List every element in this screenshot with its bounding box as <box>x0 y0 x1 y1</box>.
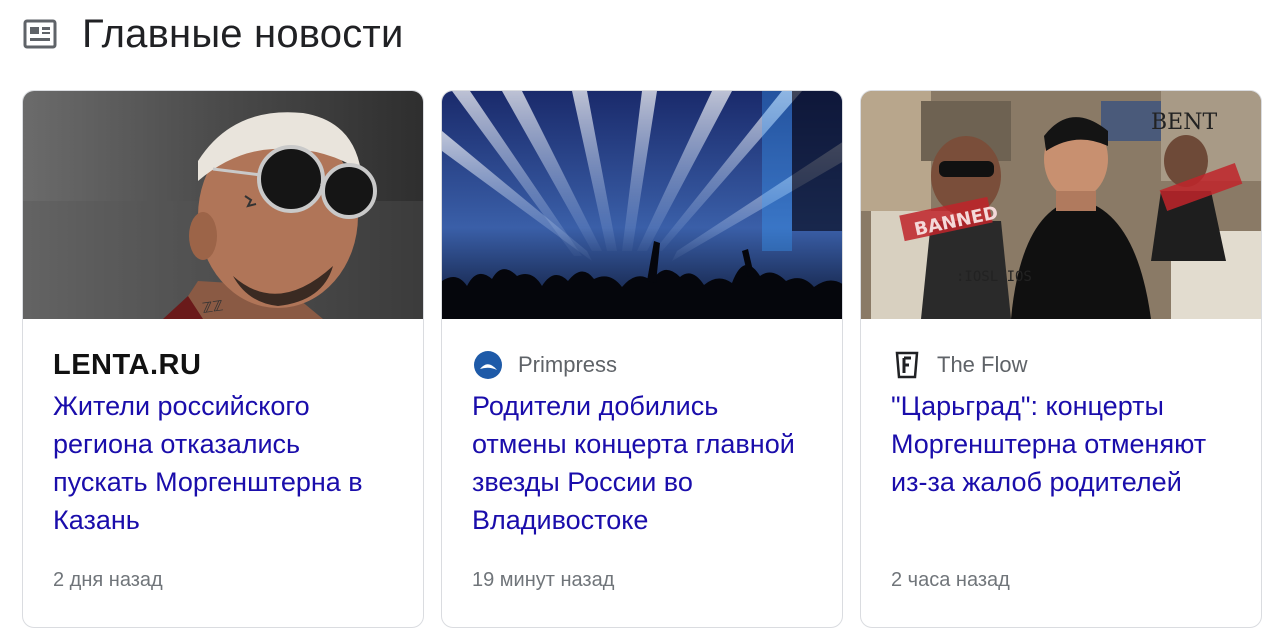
article-source: The Flow <box>891 347 1231 383</box>
svg-text:ℤℤ: ℤℤ <box>201 298 224 317</box>
article-source: LENTA.RU <box>53 347 393 383</box>
svg-text::IOSL IOS: :IOSL IOS <box>956 269 1032 285</box>
newspaper-icon <box>22 16 58 52</box>
article-timestamp: 2 дня назад <box>53 569 163 591</box>
article-headline[interactable]: Жители российского региона отказались пу… <box>53 387 393 539</box>
article-thumbnail[interactable]: BANNED BENT :IOSL IOS <box>861 91 1261 319</box>
news-card[interactable]: BANNED BENT :IOSL IOS The Flow "Царьград… <box>860 90 1262 628</box>
news-card[interactable]: Primpress Родители добились отмены конце… <box>441 90 843 628</box>
section-title: Главные новости <box>82 11 404 56</box>
svg-text:BENT: BENT <box>1151 110 1217 135</box>
article-thumbnail[interactable]: ℤℤ <box>23 91 423 319</box>
news-card[interactable]: ℤℤ LENTA.RU Жители российского региона о… <box>22 90 424 628</box>
article-source: Primpress <box>472 347 812 383</box>
top-stories-header: Главные новости <box>22 10 404 58</box>
source-name: The Flow <box>937 352 1028 377</box>
article-headline[interactable]: Родители добились отмены концерта главно… <box>472 387 812 539</box>
source-logo: LENTA.RU <box>53 348 202 381</box>
article-timestamp: 19 минут назад <box>472 569 615 591</box>
news-carousel: ℤℤ LENTA.RU Жители российского региона о… <box>22 90 1262 628</box>
the-flow-logo-icon <box>891 349 923 381</box>
article-timestamp: 2 часа назад <box>891 569 1010 591</box>
source-name: Primpress <box>518 352 618 377</box>
article-thumbnail[interactable] <box>442 91 842 319</box>
article-headline[interactable]: "Царьград": концерты Моргенштерна отменя… <box>891 387 1231 539</box>
primpress-logo-icon <box>472 349 504 381</box>
